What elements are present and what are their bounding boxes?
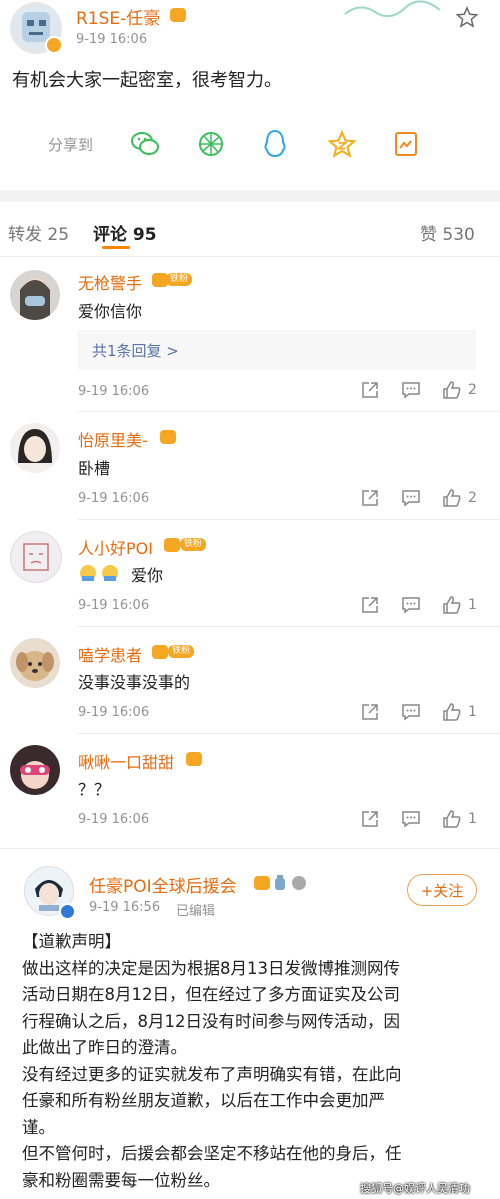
like-count: 1	[468, 811, 477, 827]
comment-author[interactable]: 无枪警手	[78, 270, 142, 294]
comment-icon[interactable]	[401, 595, 421, 615]
section-divider	[0, 190, 500, 202]
save-image-icon[interactable]	[390, 128, 422, 160]
statement-line: 没有经过更多的证实就发布了声明确实有错，在此向	[22, 1064, 402, 1084]
repost-icon[interactable]	[360, 595, 380, 615]
comment-icon[interactable]	[401, 380, 421, 400]
comment-time: 9-19 16:06	[78, 598, 150, 613]
avatar[interactable]	[10, 270, 60, 320]
fan-badge: 铁粉	[166, 273, 193, 286]
follow-button[interactable]: +关注	[407, 874, 477, 906]
post-time: 9-19 16:06	[76, 32, 148, 47]
fanclub-name[interactable]: 任豪POI全球后援会	[89, 872, 237, 897]
thumbs-up-icon	[443, 596, 461, 614]
statement-line: 【道歉声明】	[22, 932, 121, 951]
like-button[interactable]: 2	[442, 380, 477, 400]
comment-author[interactable]: 啾啾一口甜甜	[78, 749, 174, 773]
qq-icon[interactable]	[259, 128, 291, 160]
statement-line: 谨。	[22, 1117, 55, 1137]
comment-text: 爱你信你	[78, 302, 143, 321]
like-count: 1	[468, 704, 477, 720]
rank-icon	[292, 876, 306, 890]
tab-likes[interactable]: 赞 530	[420, 220, 475, 245]
thumbs-up-icon	[443, 489, 461, 507]
like-button[interactable]: 1	[442, 702, 477, 722]
comment-author[interactable]: 人小好POI	[78, 535, 153, 559]
comment-separator	[78, 733, 500, 734]
medal-icon	[273, 874, 287, 892]
comment-icon[interactable]	[401, 488, 421, 508]
post-text: 有机会大家一起密室，很考智力。	[12, 70, 282, 91]
comment-author[interactable]: 怡原里美-	[78, 427, 148, 451]
vip-icon	[160, 430, 176, 444]
comment-time: 9-19 16:06	[78, 491, 150, 506]
tab-active-indicator	[102, 246, 130, 249]
repost-icon[interactable]	[360, 488, 380, 508]
repost-icon[interactable]	[360, 380, 380, 400]
comment-text: 卧槽	[78, 459, 111, 478]
statement-line: 活动日期在8月12日，但在经过了多方面证实及公司	[22, 985, 400, 1004]
like-button[interactable]: 1	[442, 595, 477, 615]
vip-icon	[164, 538, 180, 552]
avatar[interactable]	[10, 531, 62, 583]
moments-icon[interactable]	[195, 128, 227, 160]
thumbs-up-icon	[443, 381, 461, 399]
thumbs-up-icon	[443, 810, 461, 828]
statement-line: 任豪和所有粉丝朋友道歉，以后在工作中会更加严	[22, 1091, 385, 1110]
statement-body: 【道歉声明】 做出这样的决定是因为根据8月13日发微博推测网传 活动日期在8月1…	[22, 929, 492, 1194]
avatar[interactable]	[10, 638, 60, 688]
vip-icon	[186, 752, 202, 766]
comment-icon[interactable]	[401, 702, 421, 722]
section-separator	[0, 848, 500, 849]
vip-icon	[254, 876, 270, 890]
post-background-decoration	[340, 0, 450, 18]
like-count: 2	[468, 382, 477, 398]
emoji-sticker	[78, 563, 124, 583]
comment-separator	[78, 626, 500, 627]
statement-line: 但不管何时，后援会都会坚定不移站在他的身后，任	[22, 1144, 402, 1163]
avatar[interactable]	[10, 423, 60, 473]
verified-badge	[59, 903, 76, 920]
statement-line: 此做出了昨日的澄清。	[22, 1038, 187, 1057]
like-button[interactable]: 2	[442, 488, 477, 508]
author-name[interactable]: R1SE-任豪	[76, 4, 160, 29]
like-count: 1	[468, 597, 477, 613]
qzone-icon[interactable]	[326, 128, 358, 160]
reply-count-link[interactable]: 共1条回复 >	[92, 340, 179, 361]
share-label: 分享到	[48, 136, 94, 154]
repost-time: 9-19 16:56	[89, 900, 161, 915]
star-icon[interactable]	[455, 5, 479, 28]
comment-author[interactable]: 嗑学患者	[78, 642, 142, 666]
like-button[interactable]: 1	[442, 809, 477, 829]
comment-time: 9-19 16:06	[78, 705, 150, 720]
comment-text: 爱你	[131, 566, 164, 585]
fan-badge: 铁粉	[168, 645, 195, 658]
like-count: 2	[468, 490, 477, 506]
comment-text: ？？	[78, 780, 111, 799]
edited-label: 已编辑	[176, 904, 216, 919]
watermark: 搜狐号@娱评人吴清功	[360, 1182, 470, 1195]
vip-icon	[152, 645, 168, 659]
verified-badge	[45, 36, 63, 54]
tab-repost[interactable]: 转发 25	[8, 220, 69, 245]
fan-badge: 铁粉	[180, 538, 207, 551]
statement-line: 做出这样的决定是因为根据8月13日发微博推测网传	[22, 958, 400, 978]
comment-time: 9-19 16:06	[78, 384, 150, 399]
repost-icon[interactable]	[360, 809, 380, 829]
comment-icon[interactable]	[401, 809, 421, 829]
tab-separator	[0, 256, 500, 257]
statement-line: 行程确认之后，8月12日没有时间参与网传活动，因	[22, 1011, 400, 1031]
vip-icon	[170, 8, 186, 22]
wechat-icon[interactable]	[129, 128, 161, 160]
comment-text: 没事没事没事的	[78, 673, 191, 692]
comment-separator	[78, 411, 500, 412]
reply-summary[interactable]: 共1条回复 >	[78, 330, 476, 370]
tab-comments[interactable]: 评论 95	[93, 220, 157, 245]
thumbs-up-icon	[443, 703, 461, 721]
avatar[interactable]	[10, 745, 60, 795]
comment-separator	[78, 519, 500, 520]
repost-icon[interactable]	[360, 702, 380, 722]
comment-time: 9-19 16:06	[78, 812, 150, 827]
